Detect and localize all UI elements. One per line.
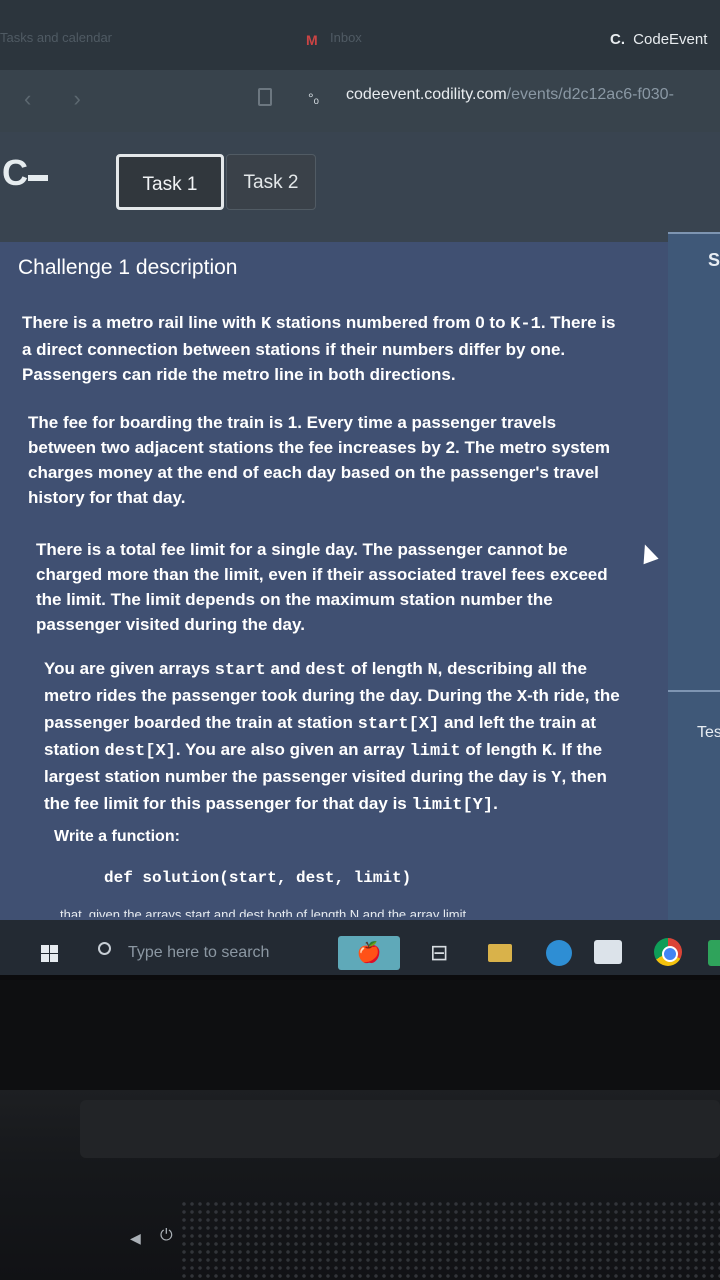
site-info-icon[interactable]: °ₒ xyxy=(308,90,319,106)
write-function-label: Write a function: xyxy=(54,828,180,845)
tab-task-1[interactable]: Task 1 xyxy=(116,154,224,210)
codility-logo[interactable]: C▬ xyxy=(2,152,48,194)
laptop-screen: Tasks and calendar M Inbox C. CodeEvent … xyxy=(0,0,720,975)
chrome-icon[interactable] xyxy=(654,938,682,966)
side-panel xyxy=(668,232,720,922)
power-icon: ⏻ xyxy=(160,1227,173,1244)
side-panel-letter: S xyxy=(708,250,720,270)
task-view-icon[interactable]: ⊟ xyxy=(430,936,454,970)
function-signature: def solution(start, dest, limit) xyxy=(104,869,412,887)
url-path: /events/d2c12ac6-f030- xyxy=(506,86,674,103)
taskbar-search-placeholder[interactable]: Type here to search xyxy=(128,944,269,962)
file-explorer-icon[interactable] xyxy=(488,944,512,962)
browser-tab-faded-middle[interactable]: Inbox xyxy=(300,30,580,52)
store-icon[interactable] xyxy=(594,940,622,964)
laptop-hinge-bar xyxy=(80,1100,720,1158)
paragraph-2: The fee for boarding the train is 1. Eve… xyxy=(28,413,610,507)
laptop-bezel xyxy=(0,980,720,1090)
browser-tab-title: CodeEvent xyxy=(633,31,708,48)
windows-start-icon[interactable] xyxy=(41,945,58,962)
side-panel-test-label[interactable]: Tes xyxy=(697,724,720,742)
apple-app-icon[interactable]: 🍎 xyxy=(338,936,400,970)
paragraph-4: You are given arrays start and dest of l… xyxy=(44,659,620,815)
paragraph-1: There is a metro rail line with K statio… xyxy=(22,313,616,384)
search-icon xyxy=(98,942,111,955)
codeevent-logo-icon: C. xyxy=(610,31,625,48)
challenge-title: Challenge 1 description xyxy=(18,256,238,279)
truncated-description-line: that, given the arrays start and dest bo… xyxy=(60,907,467,917)
speaker-grille xyxy=(180,1200,720,1280)
volume-icon: ◀ xyxy=(130,1230,141,1246)
url-field[interactable]: codeevent.codility.com/events/d2c12ac6-f… xyxy=(346,86,674,104)
browser-tab-faded-left[interactable]: Tasks and calendar xyxy=(0,30,270,52)
tab-task-2[interactable]: Task 2 xyxy=(226,154,316,210)
green-app-icon[interactable] xyxy=(708,940,720,966)
app-header xyxy=(0,132,720,242)
back-forward-arrows-icon[interactable]: ‹ › xyxy=(24,86,99,112)
edge-icon[interactable] xyxy=(546,940,572,966)
url-host: codeevent.codility.com xyxy=(346,86,507,103)
browser-tab-active[interactable]: C. CodeEvent xyxy=(610,24,720,56)
reader-view-icon[interactable] xyxy=(258,88,272,106)
paragraph-3: There is a total fee limit for a single … xyxy=(36,540,608,634)
